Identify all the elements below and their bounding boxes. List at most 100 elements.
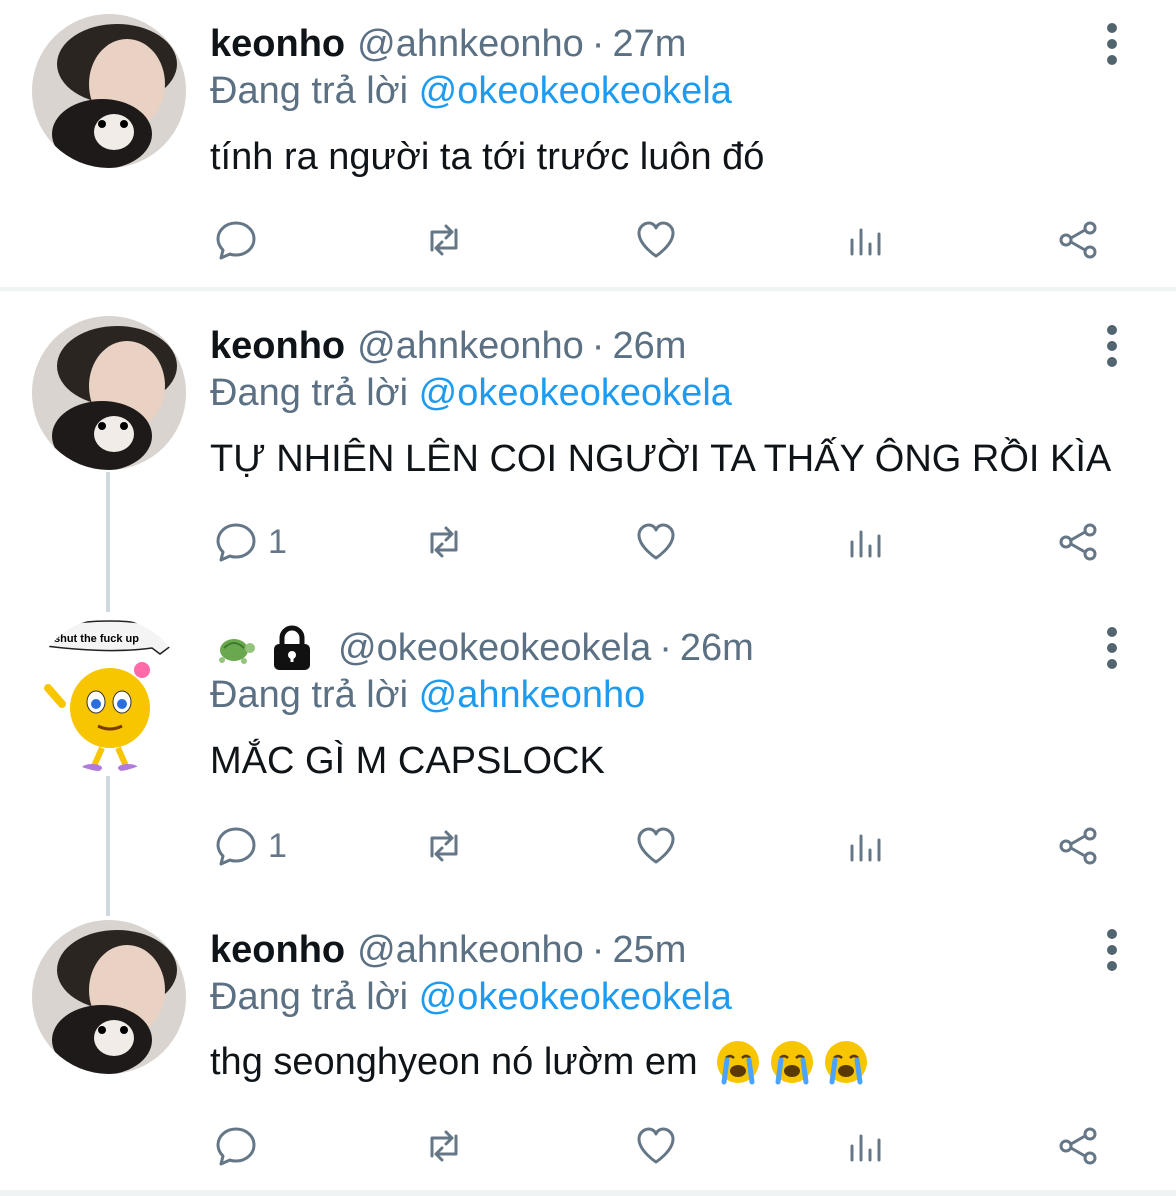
share-icon bbox=[1059, 827, 1097, 865]
loudly-crying-face-icon bbox=[716, 1041, 759, 1085]
replying-to: Đang trả lời @okeokeokeokela bbox=[210, 70, 732, 113]
action-bar bbox=[210, 1116, 1110, 1176]
bottom-border bbox=[0, 1190, 1176, 1196]
views-button[interactable] bbox=[844, 210, 888, 270]
heart-icon bbox=[637, 523, 675, 560]
user-handle[interactable]: @ahnkeonho bbox=[357, 23, 584, 66]
timestamp[interactable]: 27m bbox=[612, 23, 686, 66]
retweet-button[interactable] bbox=[422, 816, 466, 876]
more-options-button[interactable] bbox=[1098, 20, 1126, 68]
avatar[interactable] bbox=[32, 316, 186, 470]
separator-dot: · bbox=[591, 928, 605, 971]
reply-count: 1 bbox=[268, 826, 287, 865]
tweet-text: TỰ NHIÊN LÊN COI NGƯỜI TA THẤY ÔNG RỒI K… bbox=[210, 438, 1112, 480]
reply-icon bbox=[216, 523, 256, 562]
share-button[interactable] bbox=[1056, 512, 1100, 572]
avatar[interactable]: shut the fuck up bbox=[32, 618, 186, 772]
views-icon bbox=[850, 1134, 881, 1162]
mention-link[interactable]: @ahnkeonho bbox=[419, 674, 646, 716]
retweet-icon bbox=[430, 1130, 458, 1162]
mention-link[interactable]: @okeokeokeokela bbox=[419, 70, 732, 112]
tweet-header: @okeokeokeokela · 26m bbox=[210, 618, 754, 678]
user-handle[interactable]: @okeokeokeokela bbox=[338, 627, 651, 670]
tweet-header: keonho @ahnkeonho · 25m bbox=[210, 920, 686, 980]
avatar-emoji-sticker: shut the fuck up bbox=[32, 618, 186, 772]
tweet-header: keonho @ahnkeonho · 26m bbox=[210, 316, 686, 376]
more-vertical-icon bbox=[1107, 325, 1117, 367]
views-icon bbox=[850, 530, 881, 558]
tweet[interactable]: keonho @ahnkeonho · 26m Đang trả lời @ok… bbox=[0, 316, 1176, 606]
user-handle[interactable]: @ahnkeonho bbox=[357, 325, 584, 368]
user-handle[interactable]: @ahnkeonho bbox=[357, 929, 584, 972]
more-vertical-icon bbox=[1107, 627, 1117, 669]
separator-dot: · bbox=[591, 22, 605, 65]
loudly-crying-face-icon bbox=[770, 1041, 813, 1085]
avatar[interactable] bbox=[32, 14, 186, 168]
heart-icon bbox=[637, 827, 675, 864]
retweet-icon bbox=[430, 224, 458, 256]
emoji-group bbox=[708, 1038, 870, 1086]
reply-button[interactable] bbox=[214, 1116, 268, 1176]
more-options-button[interactable] bbox=[1098, 926, 1126, 974]
share-button[interactable] bbox=[1056, 210, 1100, 270]
replying-to: Đang trả lời @okeokeokeokela bbox=[210, 976, 732, 1019]
reply-count: 1 bbox=[268, 522, 287, 561]
avatar[interactable] bbox=[32, 920, 186, 1074]
display-name[interactable]: keonho bbox=[210, 23, 345, 66]
tweet-text-container: thg seonghyeon nó lườm em bbox=[210, 1038, 870, 1086]
reply-button[interactable]: 1 bbox=[214, 512, 287, 572]
avatar-photo bbox=[32, 920, 186, 1074]
replying-to-label: Đang trả lời bbox=[210, 372, 409, 414]
retweet-button[interactable] bbox=[422, 512, 466, 572]
heart-icon bbox=[637, 1127, 675, 1164]
timestamp[interactable]: 26m bbox=[680, 627, 754, 670]
tweet[interactable]: shut the fuck up @okeokeokeokela · 26m Đ… bbox=[0, 618, 1176, 908]
like-button[interactable] bbox=[634, 210, 678, 270]
more-options-button[interactable] bbox=[1098, 624, 1126, 672]
retweet-icon bbox=[430, 830, 458, 862]
replying-to-label: Đang trả lời bbox=[210, 976, 409, 1018]
tweet-text: thg seonghyeon nó lườm em bbox=[210, 1040, 698, 1083]
action-bar: 1 bbox=[210, 512, 1110, 572]
action-bar: 1 bbox=[210, 816, 1110, 876]
replying-to: Đang trả lời @okeokeokeokela bbox=[210, 372, 732, 415]
loudly-crying-face-icon bbox=[824, 1041, 867, 1085]
mention-link[interactable]: @okeokeokeokela bbox=[419, 372, 732, 414]
replying-to-label: Đang trả lời bbox=[210, 70, 409, 112]
retweet-button[interactable] bbox=[422, 1116, 466, 1176]
divider bbox=[0, 287, 1176, 291]
more-options-button[interactable] bbox=[1098, 322, 1126, 370]
timestamp[interactable]: 26m bbox=[612, 325, 686, 368]
retweet-icon bbox=[430, 526, 458, 558]
avatar-photo bbox=[32, 14, 186, 168]
reply-button[interactable]: 1 bbox=[214, 816, 287, 876]
avatar-caption: shut the fuck up bbox=[54, 633, 139, 645]
reply-icon bbox=[216, 1127, 256, 1166]
display-name[interactable]: keonho bbox=[210, 325, 345, 368]
tweet[interactable]: keonho @ahnkeonho · 25m Đang trả lời @ok… bbox=[0, 920, 1176, 1190]
mention-link[interactable]: @okeokeokeokela bbox=[419, 976, 732, 1018]
reply-icon bbox=[216, 827, 256, 866]
more-vertical-icon bbox=[1107, 23, 1117, 65]
views-button[interactable] bbox=[844, 816, 888, 876]
share-button[interactable] bbox=[1056, 1116, 1100, 1176]
display-name[interactable]: keonho bbox=[210, 929, 345, 972]
separator-dot: · bbox=[659, 626, 672, 669]
reply-icon bbox=[216, 221, 256, 260]
reply-button[interactable] bbox=[214, 210, 268, 270]
like-button[interactable] bbox=[634, 512, 678, 572]
tweet-header: keonho @ahnkeonho · 27m bbox=[210, 14, 686, 74]
replying-to: Đang trả lời @ahnkeonho bbox=[210, 674, 645, 717]
views-button[interactable] bbox=[844, 512, 888, 572]
views-icon bbox=[850, 834, 881, 862]
replying-to-label: Đang trả lời bbox=[210, 674, 409, 716]
lock-icon bbox=[274, 625, 310, 670]
like-button[interactable] bbox=[634, 1116, 678, 1176]
retweet-button[interactable] bbox=[422, 210, 466, 270]
views-button[interactable] bbox=[844, 1116, 888, 1176]
tweet[interactable]: keonho @ahnkeonho · 27m Đang trả lời @ok… bbox=[0, 14, 1176, 284]
heart-icon bbox=[637, 221, 675, 258]
like-button[interactable] bbox=[634, 816, 678, 876]
share-button[interactable] bbox=[1056, 816, 1100, 876]
timestamp[interactable]: 25m bbox=[612, 929, 686, 972]
